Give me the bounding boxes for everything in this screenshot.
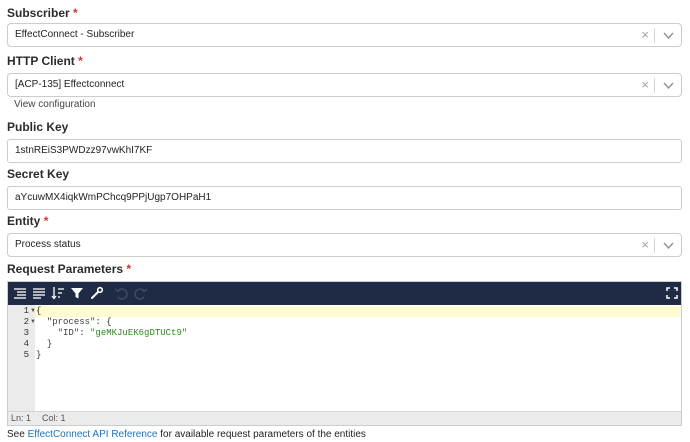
repair-icon[interactable] <box>90 286 104 300</box>
code-line-5[interactable]: } <box>36 350 41 361</box>
entity-value: Process status <box>15 239 81 250</box>
sort-icon[interactable] <box>51 286 65 300</box>
select-separator <box>654 238 655 253</box>
view-configuration-link[interactable]: View configuration <box>14 99 96 110</box>
undo-icon[interactable] <box>114 286 128 300</box>
clear-icon[interactable]: × <box>641 27 649 43</box>
line-number: 5 <box>23 350 29 360</box>
secret-key-input[interactable]: aYcuwMX4iqkWmPChcq9PPjUgp7OHPaH1 <box>7 186 682 210</box>
footer-note: See EffectConnect API Reference for avai… <box>7 429 366 440</box>
api-reference-link[interactable]: EffectConnect API Reference <box>28 429 158 440</box>
clear-icon[interactable]: × <box>641 77 649 93</box>
code-line-2[interactable]: "process": { <box>36 317 112 328</box>
chevron-down-icon[interactable] <box>663 81 674 90</box>
entity-select[interactable]: Process status × <box>7 233 682 257</box>
chevron-down-icon[interactable] <box>663 31 674 40</box>
line-number: 4 <box>23 339 29 349</box>
secret-key-label: Secret Key <box>7 167 70 181</box>
compact-icon[interactable] <box>32 286 46 300</box>
code-line-4[interactable]: } <box>36 339 52 350</box>
line-number: 2 <box>23 317 29 327</box>
json-editor[interactable]: 1 ▼ 2 ▼ 3 4 5 { "process": { "ID": "geMK… <box>7 281 682 426</box>
fullscreen-icon[interactable] <box>665 286 679 300</box>
select-separator <box>654 78 655 93</box>
code-line-1[interactable]: { <box>36 306 41 317</box>
chevron-down-icon[interactable] <box>663 241 674 250</box>
format-icon[interactable] <box>13 286 27 300</box>
http-client-select[interactable]: [ACP-135] Effectconnect × <box>7 73 682 97</box>
public-key-input[interactable]: 1stnREiS3PWDzz97vwKhI7KF <box>7 139 682 163</box>
select-separator <box>654 28 655 43</box>
subscriber-select[interactable]: EffectConnect - Subscriber × <box>7 23 682 47</box>
line-number: 3 <box>23 328 29 338</box>
editor-gutter: 1 ▼ 2 ▼ 3 4 5 <box>8 305 36 411</box>
line-number: 1 <box>23 306 29 316</box>
redo-icon[interactable] <box>134 286 148 300</box>
public-key-label: Public Key <box>7 120 69 134</box>
active-line-highlight <box>8 306 681 317</box>
clear-icon[interactable]: × <box>641 237 649 253</box>
filter-icon[interactable] <box>70 286 84 300</box>
editor-statusbar: Ln: 1 Col: 1 <box>8 411 681 425</box>
status-line: Ln: 1 <box>11 413 32 423</box>
status-column: Col: 1 <box>42 413 66 423</box>
subscriber-label: Subscriber * <box>7 6 78 20</box>
http-client-value: [ACP-135] Effectconnect <box>15 79 125 90</box>
code-line-3[interactable]: "ID": "geMKJuEK6gDTUCt9" <box>36 328 188 339</box>
editor-toolbar <box>8 282 681 305</box>
http-client-label: HTTP Client * <box>7 54 83 68</box>
request-parameters-label: Request Parameters * <box>7 262 132 276</box>
subscriber-value: EffectConnect - Subscriber <box>15 29 135 40</box>
entity-label: Entity * <box>7 214 49 228</box>
